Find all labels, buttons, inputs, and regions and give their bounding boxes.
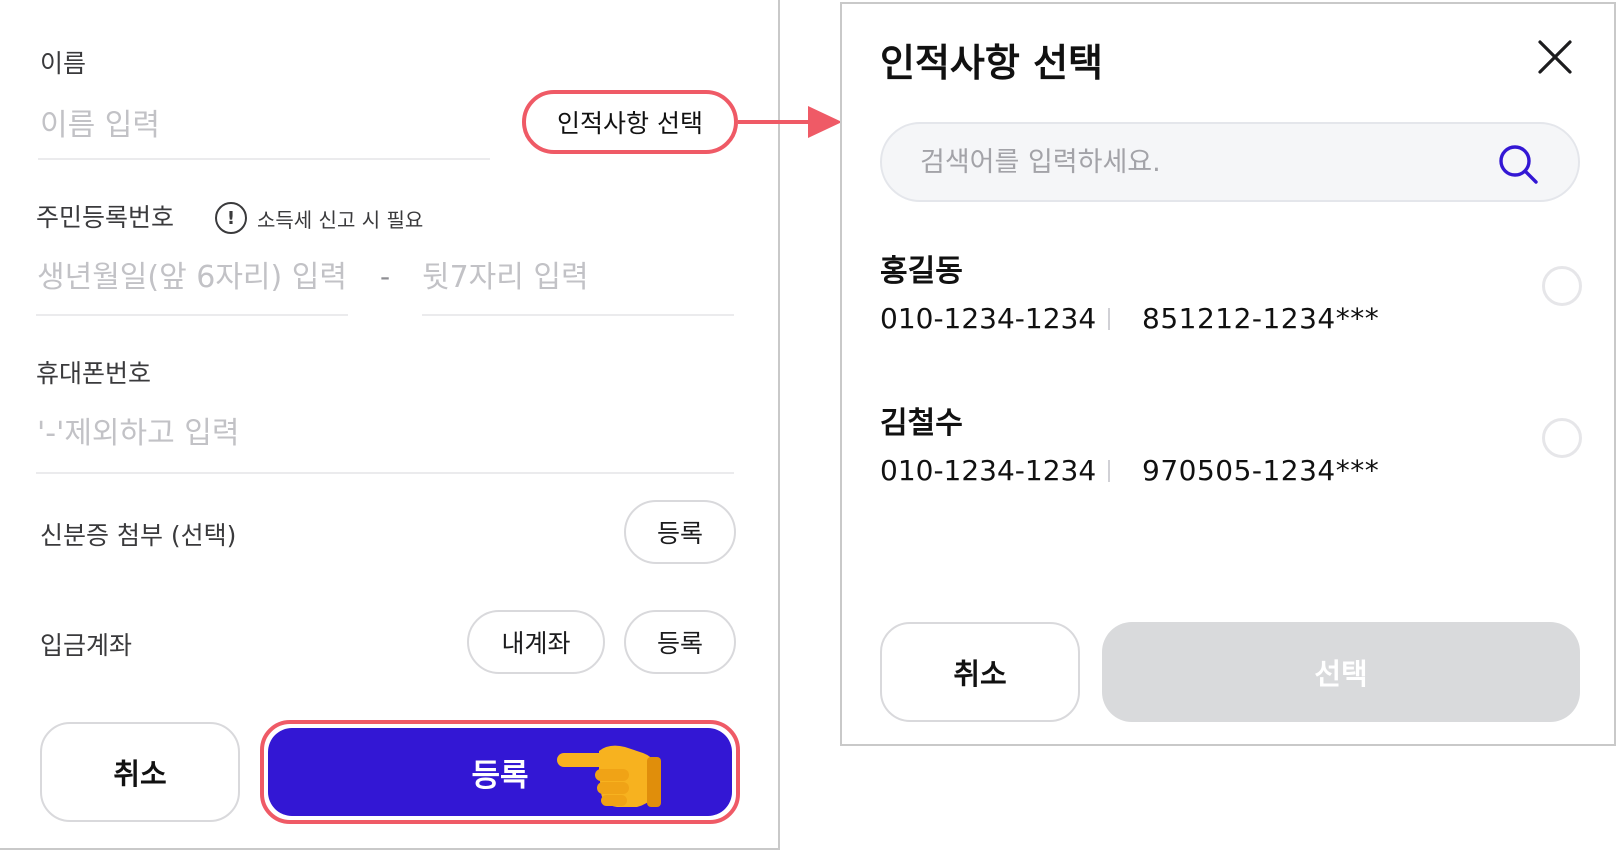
modal-title: 인적사항 선택 <box>880 41 1103 85</box>
person-radio[interactable] <box>1542 418 1582 458</box>
account-register-button[interactable]: 등록 <box>624 610 736 674</box>
rrn-info-text: 소득세 신고 시 필요 <box>257 207 424 232</box>
my-account-button[interactable]: 내계좌 <box>467 610 605 674</box>
person-list-item[interactable]: 김철수 010-1234-1234 970505-1234*** <box>880 398 1582 508</box>
name-label: 이름 <box>40 49 87 78</box>
person-name: 홍길동 <box>880 254 963 289</box>
person-phone: 010-1234-1234 <box>880 302 1097 335</box>
search-icon[interactable] <box>1494 140 1542 188</box>
person-rrn: 970505-1234*** <box>1142 454 1380 487</box>
rrn-separator: - <box>380 260 391 293</box>
person-name: 김철수 <box>880 406 963 441</box>
divider <box>1108 308 1110 330</box>
rrn-front-input[interactable]: 생년월일(앞 6자리) 입력 <box>37 252 347 296</box>
phone-label: 휴대폰번호 <box>36 359 152 388</box>
arrow-right-icon <box>738 106 842 138</box>
rrn-label: 주민등록번호 <box>36 203 175 232</box>
exclamation-circle-icon: ! <box>215 202 247 234</box>
pointing-hand-icon <box>557 745 661 807</box>
phone-input[interactable]: '-'제외하고 입력 <box>37 408 239 452</box>
search-input[interactable] <box>920 142 1480 182</box>
submit-button-highlight: 등록 <box>260 720 740 824</box>
name-input[interactable]: 이름 입력 <box>40 100 160 144</box>
form-cancel-button[interactable]: 취소 <box>40 722 240 822</box>
pick-person-button[interactable]: 인적사항 선택 <box>522 90 738 154</box>
person-rrn: 851212-1234*** <box>1142 302 1380 335</box>
registration-form-panel: 이름 이름 입력 인적사항 선택 주민등록번호 ! 소득세 신고 시 필요 생년… <box>0 0 780 850</box>
id-attach-button[interactable]: 등록 <box>624 500 736 564</box>
id-attach-label: 신분증 첨부 (선택) <box>40 521 237 550</box>
account-label: 입금계좌 <box>40 631 133 660</box>
rrn-back-input[interactable]: 뒷7자리 입력 <box>422 252 589 296</box>
rrn-back-underline <box>422 314 734 316</box>
modal-select-button[interactable]: 선택 <box>1102 622 1580 722</box>
modal-cancel-button[interactable]: 취소 <box>880 622 1080 722</box>
name-input-underline <box>38 158 490 160</box>
close-icon[interactable] <box>1534 36 1576 78</box>
rrn-info: ! 소득세 신고 시 필요 <box>215 202 423 234</box>
person-list-item[interactable]: 홍길동 010-1234-1234 851212-1234*** <box>880 246 1582 356</box>
divider <box>1108 460 1110 482</box>
person-radio[interactable] <box>1542 266 1582 306</box>
search-box <box>880 122 1580 202</box>
person-phone: 010-1234-1234 <box>880 454 1097 487</box>
phone-input-underline <box>36 472 734 474</box>
person-select-modal: 인적사항 선택 홍길동 010-1234-1234 851212-1234***… <box>840 2 1616 746</box>
rrn-front-underline <box>36 314 348 316</box>
